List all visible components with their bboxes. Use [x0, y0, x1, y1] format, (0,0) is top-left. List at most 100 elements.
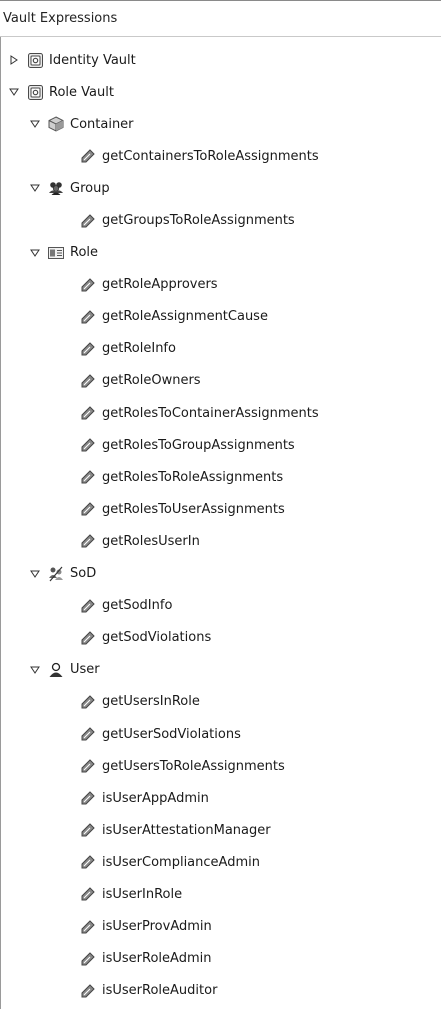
container-icon — [48, 116, 64, 132]
tree-leaf-label: getRoleOwners — [102, 373, 201, 389]
tree-leaf-expression[interactable]: isUserAppAdmin — [0, 782, 441, 814]
tree-leaf-label: isUserRoleAuditor — [102, 983, 218, 999]
expression-icon — [80, 983, 96, 999]
tree-leaf-expression[interactable]: isUserProvAdmin — [0, 911, 441, 943]
role-icon — [48, 245, 64, 261]
tree-leaf-label: getRolesToRoleAssignments — [102, 469, 284, 485]
tree-leaf-expression[interactable]: getUserSodViolations — [0, 718, 441, 750]
tree-leaf-label: getSodInfo — [102, 598, 173, 614]
tree-node-label: Group — [70, 180, 110, 196]
expression-icon — [80, 341, 96, 357]
tree-leaf-label: isUserRoleAdmin — [102, 951, 212, 967]
sod-icon — [48, 566, 64, 582]
tree-node-group[interactable]: Group — [0, 172, 441, 204]
tree-leaf-label: getGroupsToRoleAssignments — [102, 213, 295, 229]
tree-leaf-expression[interactable]: isUserAttestationManager — [0, 814, 441, 846]
expression-icon — [80, 405, 96, 421]
expression-icon — [80, 854, 96, 870]
expression-icon — [80, 951, 96, 967]
expression-icon — [80, 148, 96, 164]
tree-node-role-vault[interactable]: Role Vault — [0, 76, 441, 108]
tree-node-label: User — [70, 662, 100, 678]
tree-leaf-label: getRoleInfo — [102, 341, 176, 357]
tree-leaf-expression[interactable]: getRoleAssignmentCause — [0, 301, 441, 333]
group-icon — [48, 180, 64, 196]
tree-leaf-expression[interactable]: isUserComplianceAdmin — [0, 846, 441, 878]
tree-leaf-label: isUserProvAdmin — [102, 919, 212, 935]
tree-node-user[interactable]: User — [0, 654, 441, 686]
tree-node-identity-vault[interactable]: Identity Vault — [0, 44, 441, 76]
expression-icon — [80, 469, 96, 485]
collapse-arrow-icon[interactable] — [7, 85, 21, 99]
tree-leaf-expression[interactable]: getSodViolations — [0, 622, 441, 654]
expression-tree: Identity Vault Role Vault Container getC… — [0, 44, 441, 1007]
tree-node-role[interactable]: Role — [0, 237, 441, 269]
tree-leaf-expression[interactable]: isUserRoleAuditor — [0, 975, 441, 1007]
tree-node-sod[interactable]: SoD — [0, 558, 441, 590]
tree-leaf-expression[interactable]: getUsersInRole — [0, 686, 441, 718]
tree-leaf-expression[interactable]: getRoleInfo — [0, 333, 441, 365]
tree-leaf-label: getUsersInRole — [102, 694, 200, 710]
user-icon — [48, 662, 64, 678]
collapse-arrow-icon[interactable] — [28, 567, 42, 581]
tree-node-container[interactable]: Container — [0, 108, 441, 140]
tree-leaf-label: getRolesToGroupAssignments — [102, 437, 295, 453]
expression-icon — [80, 277, 96, 293]
tree-leaf-label: getRoleAssignmentCause — [102, 309, 268, 325]
tree-leaf-expression[interactable]: getRolesToUserAssignments — [0, 493, 441, 525]
expression-icon — [80, 373, 96, 389]
tree-node-label: Role Vault — [49, 84, 114, 100]
tree-leaf-expression[interactable]: getRolesToContainerAssignments — [0, 397, 441, 429]
tree-leaf-label: isUserInRole — [102, 886, 183, 902]
expression-icon — [80, 533, 96, 549]
tree-leaf-expression[interactable]: getRolesToRoleAssignments — [0, 461, 441, 493]
collapse-arrow-icon[interactable] — [28, 663, 42, 677]
expression-icon — [80, 790, 96, 806]
tree-leaf-label: getRolesToContainerAssignments — [102, 405, 319, 421]
expression-icon — [80, 758, 96, 774]
vault-expressions-panel: Vault Expressions Identity Vault Role Va… — [0, 0, 441, 1009]
panel-title: Vault Expressions — [3, 11, 118, 26]
tree-leaf-expression[interactable]: isUserRoleAdmin — [0, 943, 441, 975]
expression-icon — [80, 630, 96, 646]
tree-leaf-expression[interactable]: isUserInRole — [0, 878, 441, 910]
collapse-arrow-icon[interactable] — [28, 181, 42, 195]
collapse-arrow-icon[interactable] — [28, 246, 42, 260]
tree-leaf-label: getRoleApprovers — [102, 277, 218, 293]
vault-icon — [27, 84, 43, 100]
tree-leaf-expression[interactable]: getRoleOwners — [0, 365, 441, 397]
expression-icon — [80, 213, 96, 229]
tree-leaf-label: getSodViolations — [102, 630, 212, 646]
tree-leaf-label: isUserAttestationManager — [102, 822, 271, 838]
tree-leaf-label: getRolesToUserAssignments — [102, 501, 285, 517]
tree-node-label: SoD — [70, 566, 97, 582]
expression-icon — [80, 309, 96, 325]
expression-icon — [80, 886, 96, 902]
collapse-arrow-icon[interactable] — [28, 117, 42, 131]
expand-arrow-icon[interactable] — [7, 53, 21, 67]
vault-icon — [27, 52, 43, 68]
tree-leaf-label: getUserSodViolations — [102, 726, 241, 742]
tree-leaf-expression[interactable]: getRolesToGroupAssignments — [0, 429, 441, 461]
tree-leaf-label: isUserAppAdmin — [102, 790, 209, 806]
tree-leaf-expression[interactable]: getGroupsToRoleAssignments — [0, 204, 441, 236]
expression-icon — [80, 822, 96, 838]
tree-leaf-label: isUserComplianceAdmin — [102, 854, 260, 870]
expression-icon — [80, 726, 96, 742]
expression-icon — [80, 501, 96, 517]
tree-node-label: Role — [70, 245, 99, 261]
expression-icon — [80, 437, 96, 453]
tree-node-label: Identity Vault — [49, 52, 136, 68]
tree-leaf-label: getContainersToRoleAssignments — [102, 148, 319, 164]
tree-leaf-expression[interactable]: getUsersToRoleAssignments — [0, 750, 441, 782]
tree-leaf-expression[interactable]: getContainersToRoleAssignments — [0, 140, 441, 172]
expression-icon — [80, 694, 96, 710]
tree-leaf-label: getRolesUserIn — [102, 533, 200, 549]
tree-leaf-expression[interactable]: getRoleApprovers — [0, 269, 441, 301]
panel-header: Vault Expressions — [0, 0, 441, 37]
tree-leaf-expression[interactable]: getRolesUserIn — [0, 525, 441, 557]
expression-icon — [80, 919, 96, 935]
expression-icon — [80, 598, 96, 614]
tree-node-label: Container — [70, 116, 134, 132]
tree-leaf-expression[interactable]: getSodInfo — [0, 590, 441, 622]
